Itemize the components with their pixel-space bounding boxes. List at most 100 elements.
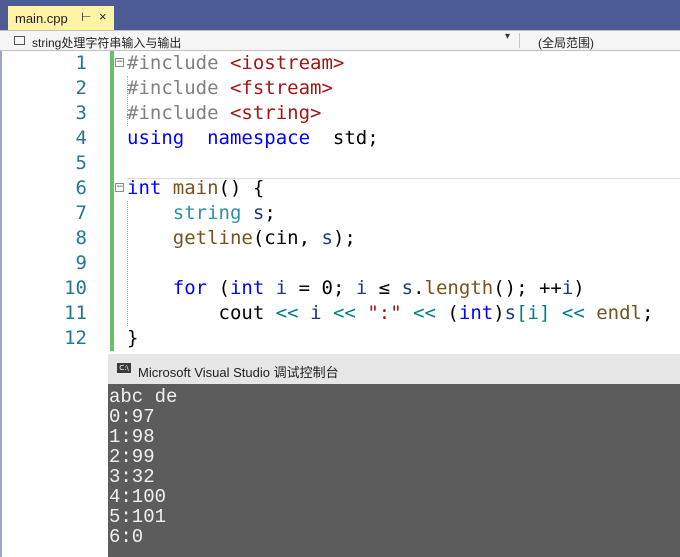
console-title: Microsoft Visual Studio 调试控制台 xyxy=(138,365,339,380)
code-line[interactable]: 1 #include <iostream> xyxy=(0,51,680,76)
pin-icon[interactable]: ⊢ xyxy=(81,10,91,24)
code-token: s xyxy=(504,302,517,324)
code-text: cout << i << ":" << (int)s[i] << endl; xyxy=(127,301,654,326)
line-number: 9 xyxy=(75,252,87,274)
code-token: i xyxy=(310,302,322,324)
code-token: << xyxy=(561,302,585,324)
code-line[interactable]: 2 #include <fstream> xyxy=(0,76,680,101)
code-line[interactable]: 9 xyxy=(0,251,680,276)
code-token: ; xyxy=(642,302,654,324)
project-icon xyxy=(14,36,25,45)
code-line[interactable]: 7 string s; xyxy=(0,201,680,226)
code-token: ":" xyxy=(367,302,402,324)
code-text: string s; xyxy=(127,201,276,226)
code-token: std; xyxy=(310,127,379,149)
code-token: ; xyxy=(264,202,276,224)
console-line: 6:0 xyxy=(109,526,144,548)
chevron-down-icon[interactable]: ▾ xyxy=(505,31,510,42)
code-token: <fstream> xyxy=(229,77,333,99)
console-line: 1:98 xyxy=(109,426,155,448)
code-token: [i] xyxy=(516,302,551,324)
line-number: 12 xyxy=(64,327,87,349)
line-number: 11 xyxy=(64,302,87,324)
console-line: 3:32 xyxy=(109,466,155,488)
code-token: << xyxy=(413,302,436,324)
code-token: ≤ xyxy=(367,277,402,299)
collapse-icon[interactable]: − xyxy=(115,183,124,192)
console-line: abc de xyxy=(109,386,178,408)
collapse-icon[interactable]: − xyxy=(115,58,124,67)
code-token: getline xyxy=(172,227,253,249)
code-token: #include xyxy=(127,102,230,124)
line-number: 6 xyxy=(75,177,87,199)
code-token: for xyxy=(172,277,208,299)
code-token: <iostream> xyxy=(229,52,345,74)
code-token: ) xyxy=(573,277,585,299)
code-token: #include xyxy=(127,77,230,99)
code-line[interactable]: 11 cout << i << ":" << (int)s[i] << endl… xyxy=(0,301,680,326)
navigation-bar: string处理字符串输入与输出 ▾ (全局范围) xyxy=(0,30,680,51)
code-line[interactable]: 5 xyxy=(0,151,680,176)
code-line[interactable]: 4 using namespace std; xyxy=(0,126,680,151)
code-token: ( xyxy=(207,277,230,299)
code-token: i xyxy=(355,277,368,299)
line-number: 5 xyxy=(75,152,87,174)
code-token: . xyxy=(413,277,425,299)
code-token: string xyxy=(172,202,242,224)
code-line[interactable]: 3 #include <string> xyxy=(0,101,680,126)
global-scope-dropdown[interactable]: (全局范围) xyxy=(538,34,594,51)
code-token: i xyxy=(275,277,288,299)
code-token: main xyxy=(172,177,219,199)
code-token: (cin, xyxy=(252,227,322,249)
code-line[interactable]: 8 getline(cin, s); xyxy=(0,226,680,251)
console-output: abc de 0:97 1:98 2:99 3:32 4:100 5:101 6:0 xyxy=(109,387,177,547)
console-line: 4:100 xyxy=(109,486,167,508)
code-text: #include <fstream> xyxy=(127,76,333,101)
code-token: #include xyxy=(127,52,230,74)
code-token: ) xyxy=(493,302,505,324)
tab-bar: main.cpp ⊢ × xyxy=(0,0,680,30)
scope-dropdown[interactable]: string处理字符串输入与输出 ▾ xyxy=(10,31,514,50)
line-number: 7 xyxy=(75,202,87,224)
code-token: namespace xyxy=(207,127,311,149)
divider xyxy=(519,33,520,48)
console-icon: C:\ xyxy=(117,363,131,373)
code-token: using xyxy=(127,127,185,149)
debug-console[interactable]: C:\ Microsoft Visual Studio 调试控制台 abc de… xyxy=(108,354,680,557)
line-number: 2 xyxy=(75,77,87,99)
console-title-bar[interactable]: C:\ Microsoft Visual Studio 调试控制台 xyxy=(108,354,680,384)
code-token: endl xyxy=(596,302,642,324)
console-line: 2:99 xyxy=(109,446,155,468)
code-text: } xyxy=(127,326,138,351)
code-text: int main() { xyxy=(127,176,264,201)
tab-main-cpp[interactable]: main.cpp ⊢ × xyxy=(8,6,114,30)
code-line[interactable]: 6 int main() { xyxy=(0,176,680,201)
close-icon[interactable]: × xyxy=(99,9,107,24)
code-text: for (int i = 0; i ≤ s.length(); ++i) xyxy=(127,276,585,301)
code-token: () { xyxy=(218,177,265,199)
scope-label: string处理字符串输入与输出 xyxy=(32,36,182,50)
code-token: << xyxy=(275,302,299,324)
code-token: int xyxy=(229,277,265,299)
line-number: 8 xyxy=(75,227,87,249)
code-line[interactable]: 10 for (int i = 0; i ≤ s.length(); ++i) xyxy=(0,276,680,301)
code-line[interactable]: 12} xyxy=(0,326,680,351)
code-token: } xyxy=(127,327,139,349)
code-token: (); ++ xyxy=(493,277,562,299)
line-number: 10 xyxy=(64,277,87,299)
code-token: int xyxy=(127,177,162,199)
code-token: s xyxy=(252,202,265,224)
code-token: ( xyxy=(435,302,459,324)
code-token: s xyxy=(401,277,414,299)
tab-label: main.cpp xyxy=(15,11,68,26)
